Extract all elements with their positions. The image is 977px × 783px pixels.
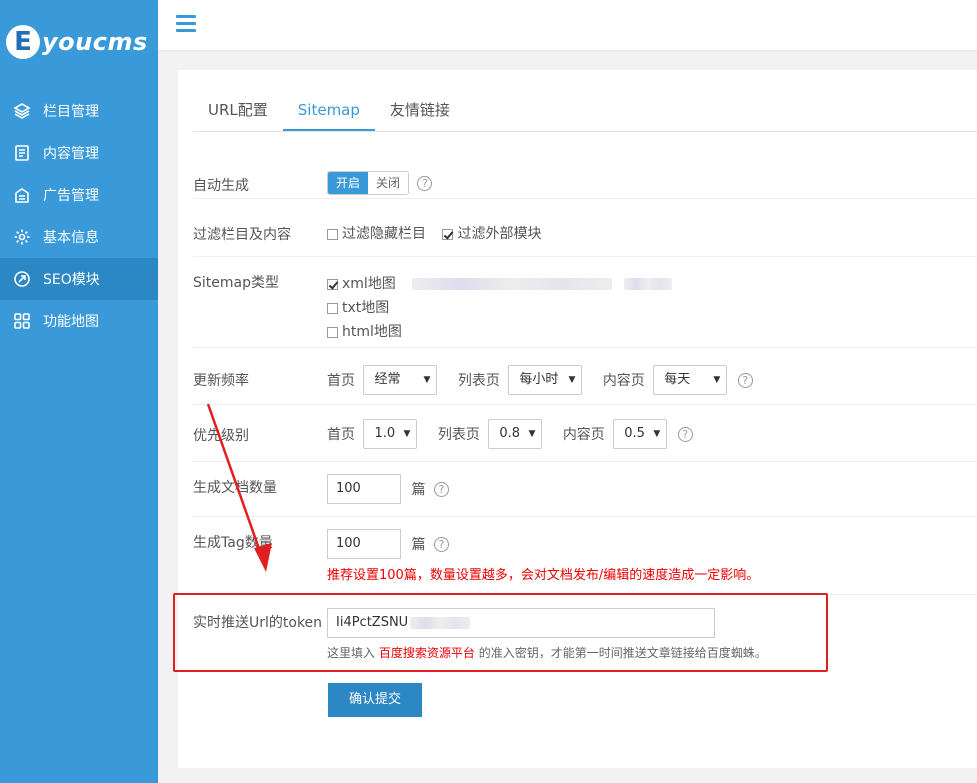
field-label: 生成Tag数量 xyxy=(193,535,273,551)
submit-button[interactable]: 确认提交 xyxy=(328,683,422,717)
content-priority-select[interactable]: 0.5 xyxy=(613,419,668,449)
help-icon[interactable]: ? xyxy=(433,536,449,552)
row-frequency: 更新频率 首页 经常 列表页 每小时 内容页 每天 ? xyxy=(193,348,977,405)
filter-external-checkbox[interactable] xyxy=(442,228,454,240)
sidebar-item-label: 栏目管理 xyxy=(43,104,99,120)
doc-count-input[interactable]: 100 xyxy=(327,474,401,504)
sidebar-item-label: SEO模块 xyxy=(43,272,100,288)
blurred-text xyxy=(623,278,672,290)
checkbox-label: html地图 xyxy=(342,324,402,340)
field-frequency: 首页 经常 列表页 每小时 内容页 每天 ? xyxy=(327,365,753,395)
home-frequency-select[interactable]: 经常 xyxy=(363,365,438,395)
sidebar-item-label: 功能地图 xyxy=(43,314,99,330)
field-label: Sitemap类型 xyxy=(193,275,279,291)
document-icon xyxy=(13,144,31,162)
unit-label: 篇 xyxy=(411,482,426,498)
home-priority-select[interactable]: 1.0 xyxy=(363,419,418,449)
field-label: 自动生成 xyxy=(193,178,249,194)
checkbox-label: 过滤外部模块 xyxy=(457,226,542,242)
html-map-checkbox[interactable] xyxy=(327,326,338,338)
auto-generate-toggle: 开启 关闭 xyxy=(327,171,410,195)
warning-text: 推荐设置100篇，数量设置越多，会对文档发布/编辑的速度造成一定影响。 xyxy=(327,568,760,583)
xml-map-checkbox[interactable] xyxy=(327,278,338,290)
row-filter: 过滤栏目及内容 过滤隐藏栏目 过滤外部模块 xyxy=(193,199,977,257)
sidebar-item-label: 基本信息 xyxy=(43,230,99,246)
tag-count-input[interactable]: 100 xyxy=(327,529,401,559)
toggle-on-button[interactable]: 开启 xyxy=(328,172,369,194)
sidebar-item-label: 广告管理 xyxy=(43,188,99,204)
sidebar-nav: 栏目管理 内容管理 广告管理 基本信息 SEO模块 功能地图 xyxy=(0,90,158,342)
field-label: 更新频率 xyxy=(193,373,249,389)
sidebar-item-seo[interactable]: SEO模块 xyxy=(0,258,158,300)
row-priority: 优先级别 首页 1.0 列表页 0.8 内容页 0.5 ? xyxy=(193,405,977,462)
help-icon[interactable]: ? xyxy=(417,175,433,191)
row-tag-count: 生成Tag数量 100 篇 ? 推荐设置100篇，数量设置越多，会对文档发布/编… xyxy=(193,517,977,595)
row-sitemap-type: Sitemap类型 xml地图 txt地图 html地图 xyxy=(193,257,977,348)
menu-toggle-icon[interactable] xyxy=(176,15,196,35)
seo-icon xyxy=(13,270,31,288)
row-auto-generate: 自动生成 开启 关闭 ? xyxy=(193,150,977,199)
row-doc-count: 生成文档数量 100 篇 ? xyxy=(193,462,977,517)
tab-bar: URL配置 Sitemap 友情链接 xyxy=(193,90,977,132)
home-label: 首页 xyxy=(327,427,355,443)
logo-badge: E xyxy=(6,25,40,59)
field-filter: 过滤隐藏栏目 过滤外部模块 xyxy=(327,223,541,243)
grid-icon xyxy=(13,312,31,330)
home-label: 首页 xyxy=(327,373,355,389)
field-sitemap-type: xml地图 txt地图 html地图 xyxy=(327,272,672,344)
help-icon[interactable]: ? xyxy=(677,426,693,442)
list-label: 列表页 xyxy=(457,373,500,389)
tab-sitemap[interactable]: Sitemap xyxy=(282,90,375,131)
help-icon[interactable]: ? xyxy=(737,372,753,388)
tab-url-config[interactable]: URL配置 xyxy=(193,90,283,131)
content-frequency-select[interactable]: 每天 xyxy=(653,365,728,395)
help-icon[interactable]: ? xyxy=(433,481,449,497)
layers-icon xyxy=(13,102,31,120)
filter-hidden-checkbox[interactable] xyxy=(327,228,338,240)
sidebar-item-column[interactable]: 栏目管理 xyxy=(0,90,158,132)
sidebar-item-ads[interactable]: 广告管理 xyxy=(0,174,158,216)
sidebar: E youcms 栏目管理 内容管理 广告管理 基本信息 SEO模块 功能地图 xyxy=(0,0,158,783)
sidebar-item-basic-info[interactable]: 基本信息 xyxy=(0,216,158,258)
list-frequency-select[interactable]: 每小时 xyxy=(508,365,583,395)
logo[interactable]: E youcms xyxy=(6,22,148,62)
ad-icon xyxy=(13,186,31,204)
field-auto-generate: 开启 关闭 ? xyxy=(327,171,433,195)
field-label: 过滤栏目及内容 xyxy=(193,227,291,243)
field-tag-count: 100 篇 ? 推荐设置100篇，数量设置越多，会对文档发布/编辑的速度造成一定… xyxy=(327,529,759,583)
field-priority: 首页 1.0 列表页 0.8 内容页 0.5 ? xyxy=(327,419,693,449)
content-label: 内容页 xyxy=(562,427,605,443)
checkbox-label: 过滤隐藏栏目 xyxy=(342,226,426,242)
sidebar-item-content[interactable]: 内容管理 xyxy=(0,132,158,174)
field-label: 优先级别 xyxy=(193,428,249,444)
txt-map-checkbox[interactable] xyxy=(327,302,338,314)
list-label: 列表页 xyxy=(437,427,480,443)
toggle-off-button[interactable]: 关闭 xyxy=(368,172,409,194)
list-priority-select[interactable]: 0.8 xyxy=(488,419,543,449)
checkbox-label: xml地图 xyxy=(342,276,396,292)
field-label: 生成文档数量 xyxy=(193,480,277,496)
gear-icon xyxy=(13,228,31,246)
sidebar-item-function-map[interactable]: 功能地图 xyxy=(0,300,158,342)
field-doc-count: 100 篇 ? xyxy=(327,474,449,504)
logo-text: youcms xyxy=(42,28,148,56)
content-label: 内容页 xyxy=(602,373,645,389)
checkbox-label: txt地图 xyxy=(342,300,390,316)
unit-label: 篇 xyxy=(411,537,426,553)
blurred-text xyxy=(411,278,612,290)
tab-friend-links[interactable]: 友情链接 xyxy=(375,90,465,131)
sidebar-item-label: 内容管理 xyxy=(43,146,99,162)
topbar xyxy=(158,0,977,50)
highlight-box xyxy=(173,593,828,672)
